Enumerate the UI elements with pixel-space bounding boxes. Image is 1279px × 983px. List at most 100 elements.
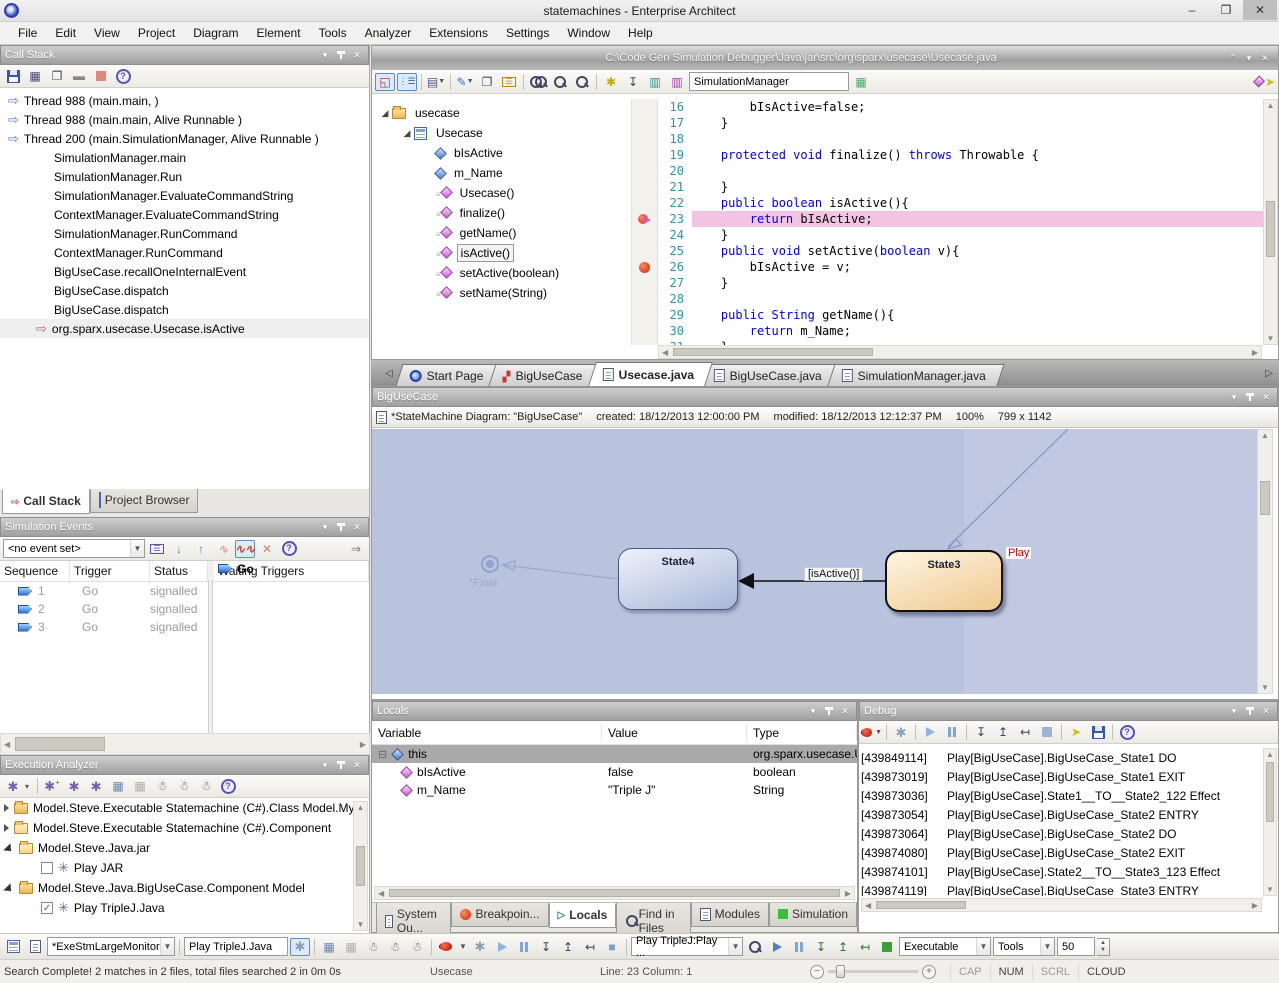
properties-icon[interactable]: ▤▼ <box>426 73 446 91</box>
call-stack-item[interactable]: BigUseCase.dispatch <box>0 300 369 319</box>
settings-icon[interactable]: ✱ <box>470 938 490 956</box>
editor-tab-simulationmanager-java[interactable]: SimulationManager.java <box>828 364 1005 386</box>
dropdown-caret[interactable]: ▾ <box>25 782 29 791</box>
gutter-row[interactable] <box>632 227 657 243</box>
column-value[interactable]: Value <box>602 724 747 740</box>
signal-icon[interactable]: ∿ <box>213 540 233 558</box>
signal-all-icon[interactable]: ∿∿ <box>235 540 255 558</box>
help-icon[interactable]: ? <box>279 540 299 558</box>
gutter-row[interactable] <box>632 291 657 307</box>
step-over-icon[interactable]: ↥ <box>993 723 1013 741</box>
panel-menu-button[interactable]: ▾ <box>806 705 820 718</box>
output-tab-locals[interactable]: ▷Locals <box>549 903 617 928</box>
locals-row[interactable]: bIsActivefalseboolean <box>372 763 857 781</box>
debug-run-icon[interactable]: ☃ <box>407 938 427 956</box>
build-icon[interactable]: ▦ <box>319 938 339 956</box>
debug-vertical-scrollbar[interactable]: ▲▼ <box>1263 748 1277 896</box>
call-stack-item[interactable]: ⇨Thread 200 (main.SimulationManager, Ali… <box>0 129 369 148</box>
structure-tree-item[interactable]: ◢Usecase <box>372 123 631 143</box>
step-icon[interactable]: ↧ <box>623 73 643 91</box>
code-area[interactable]: 16 bIsActive=false;17 }1819 protected vo… <box>658 99 1278 345</box>
sync-icon[interactable]: ✱ <box>601 73 621 91</box>
settings-icon[interactable]: ✱ <box>891 723 911 741</box>
simulation-run-combo[interactable]: Play TripleJ:Play ...▼ <box>631 937 743 956</box>
move-up-icon[interactable]: ↑ <box>191 540 211 558</box>
menu-analyzer[interactable]: Analyzer <box>357 23 420 43</box>
structure-tree-item[interactable]: ≡finalize() <box>372 203 631 223</box>
column-type[interactable]: Type <box>747 724 857 740</box>
pause-icon[interactable] <box>942 723 962 741</box>
locals-horizontal-scrollbar[interactable]: ◀▶ <box>374 886 855 900</box>
editor-tab-bigusecase[interactable]: ▞BigUseCase <box>489 364 602 386</box>
analyzer-tree-item[interactable]: ✓✳Play TripleJ.Java <box>0 898 369 918</box>
output-tab-simulation[interactable]: Simulation <box>769 903 857 927</box>
column-splitter[interactable] <box>208 580 213 733</box>
close-panel-button[interactable]: ✕ <box>1259 391 1273 404</box>
structure-tree-item[interactable]: m_Name <box>372 163 631 183</box>
mode-combo[interactable]: Executable▼ <box>899 937 991 956</box>
close-panel-button[interactable]: ✕ <box>1259 705 1273 718</box>
collapsed-arrow-icon[interactable] <box>4 804 9 812</box>
gutter-row[interactable] <box>632 307 657 323</box>
pause-icon[interactable] <box>514 938 534 956</box>
analyzer-window-icon[interactable]: ✱ <box>290 938 310 956</box>
run-icon[interactable]: ☃ <box>152 777 172 795</box>
cancel-build-icon[interactable]: ▦ <box>341 938 361 956</box>
pin-button[interactable] <box>1243 391 1257 404</box>
save-icon[interactable] <box>3 67 23 85</box>
editor-tab-usecase-java[interactable]: Usecase.java <box>588 362 713 386</box>
structure-tree-item[interactable]: ≡setActive(boolean) <box>372 263 631 283</box>
help-icon[interactable]: ? <box>218 777 238 795</box>
call-stack-item[interactable]: ContextManager.EvaluateCommandString <box>0 205 369 224</box>
step-over-icon[interactable]: ↥ <box>558 938 578 956</box>
dock-tab-project-browser[interactable]: Project Browser <box>90 489 199 513</box>
debugger-icon[interactable] <box>436 938 456 956</box>
locals-row[interactable]: m_Name"Triple J"String <box>372 781 857 799</box>
tab-scroll-right-icon[interactable]: ▷ <box>1265 368 1273 379</box>
debug-log-entry[interactable]: [439873019]Play[BigUseCase].BigUseCase_S… <box>861 767 1262 786</box>
tab-scroll-left-icon[interactable]: ◁ <box>385 368 393 379</box>
dock-tab-call-stack[interactable]: ⇨Call Stack <box>2 489 90 514</box>
stop-icon[interactable]: ■ <box>602 938 622 956</box>
zoom-in-button[interactable]: + <box>922 965 936 979</box>
debug-log-entry[interactable]: [439849114]Play[BigUseCase].BigUseCase_S… <box>861 748 1262 767</box>
code-assist-icon[interactable]: ➤ <box>1255 73 1275 91</box>
breakpoint-window-icon[interactable]: ▥ <box>667 73 687 91</box>
code-line[interactable]: 29 public String getName(){ <box>658 307 1278 323</box>
locals-row[interactable]: ⊟thisorg.sparx.usecase.Usecase <box>372 745 857 763</box>
collapse-icon[interactable]: ▬ <box>69 67 89 85</box>
copy-lines-icon[interactable]: ❐ <box>477 73 497 91</box>
add-script-icon[interactable]: ✱+ <box>42 777 62 795</box>
gutter-row[interactable] <box>632 179 657 195</box>
gutter-row[interactable] <box>632 323 657 339</box>
checkbox[interactable]: ✓ <box>41 902 53 914</box>
remove-script-icon[interactable]: ✱ <box>86 777 106 795</box>
structure-tree-item[interactable]: ◢usecase <box>372 103 631 123</box>
code-line[interactable]: 16 bIsActive=false; <box>658 99 1278 115</box>
debugger-icon[interactable]: ▼ <box>862 723 882 741</box>
debug-log-entry[interactable]: [439874101]Play[BigUseCase].State2__TO__… <box>861 862 1262 881</box>
help-icon[interactable]: ? <box>1117 723 1137 741</box>
expanded-arrow-icon[interactable] <box>3 843 14 854</box>
debugger-dropdown[interactable]: ▼ <box>458 938 468 956</box>
editor-tab-start-page[interactable]: Start Page <box>395 364 502 386</box>
search-file-icon[interactable] <box>550 73 570 91</box>
build-icon[interactable]: ▦ <box>108 777 128 795</box>
editor-vertical-scrollbar[interactable]: ▲▼ <box>1263 99 1278 345</box>
call-stack-item[interactable]: SimulationManager.Run <box>0 167 369 186</box>
active-script-field[interactable]: Play TripleJ.Java <box>184 937 288 956</box>
debug-log-entry[interactable]: [439873054]Play[BigUseCase].BigUseCase_S… <box>861 805 1262 824</box>
code-line[interactable]: 21 } <box>658 179 1278 195</box>
state3-node[interactable]: State3 <box>885 550 1003 612</box>
code-line[interactable]: 19 protected void finalize() throws Thro… <box>658 147 1278 163</box>
editor-tab-bigusecase-java[interactable]: BigUseCase.java <box>700 364 841 386</box>
call-stack-item[interactable]: ⇨Thread 988 (main.main, ) <box>0 91 369 110</box>
menu-diagram[interactable]: Diagram <box>185 23 246 43</box>
edit-icon[interactable]: ✎▼ <box>455 73 475 91</box>
menu-window[interactable]: Window <box>559 23 618 43</box>
diagram-canvas[interactable]: *Final State4 State3 Play [isActive()] <box>372 429 1257 694</box>
code-line[interactable]: 26 bIsActive = v; <box>658 259 1278 275</box>
close-button[interactable]: ✕ <box>1243 0 1277 20</box>
expanded-arrow-icon[interactable]: ◢ <box>400 128 414 139</box>
close-panel-button[interactable]: ✕ <box>350 49 364 62</box>
